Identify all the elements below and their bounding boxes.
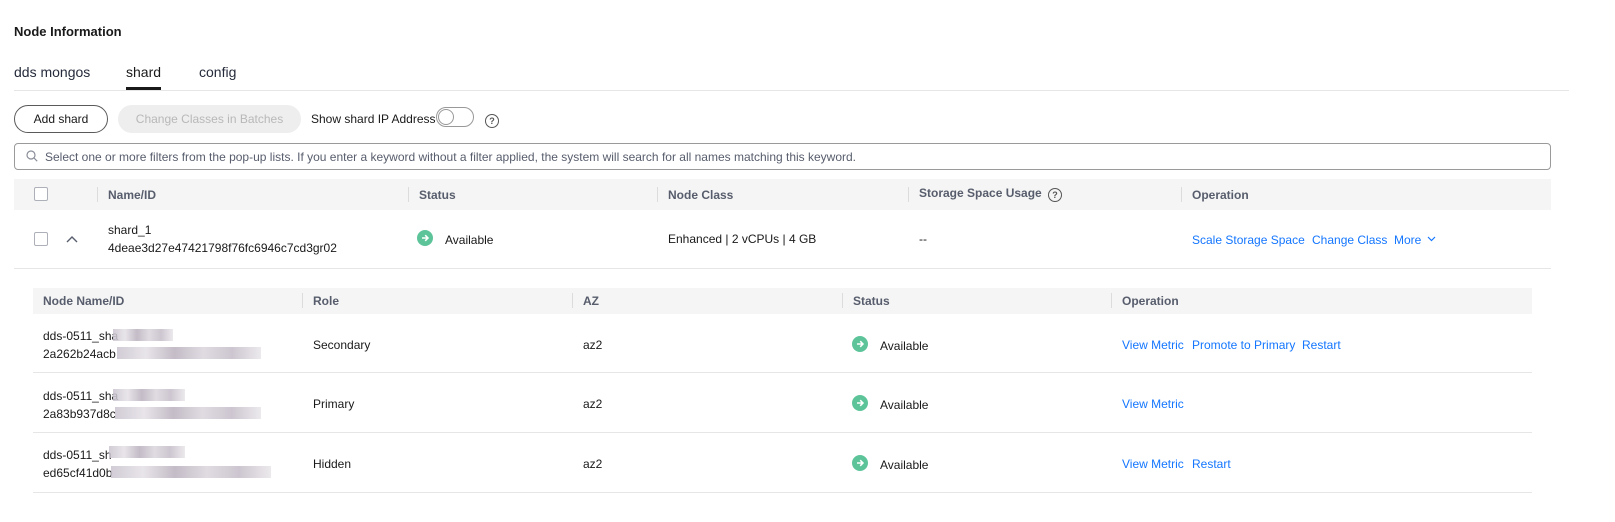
status-available-icon (417, 230, 433, 246)
header-name-id: Name/ID (108, 188, 157, 202)
show-ip-label: Show shard IP Address (311, 112, 436, 126)
node-name: dds-0511_sha (43, 329, 119, 343)
tab-dds-mongos[interactable]: dds mongos (14, 64, 90, 80)
node-id: 2a83b937d8c (43, 407, 116, 421)
node-name: dds-0511_sha (43, 389, 119, 403)
node-az: az2 (583, 457, 603, 471)
table-row: shard_1 4deae3d27e47421798f76fc6946c7cd3… (14, 210, 1551, 269)
shard-node-class: Enhanced | 2 vCPUs | 4 GB (668, 232, 817, 246)
column-divider (408, 187, 409, 202)
page-title: Node Information (14, 24, 122, 39)
redacted-text (113, 329, 173, 341)
view-metric-link[interactable]: View Metric (1122, 457, 1184, 471)
restart-link[interactable]: Restart (1302, 338, 1341, 352)
shard-id: 4deae3d27e47421798f76fc6946c7cd3gr02 (108, 241, 337, 255)
node-row: dds-0511_sh ed65cf41d0b Hidden az2 Avail… (33, 434, 1532, 493)
column-divider (572, 293, 573, 308)
select-all-checkbox[interactable] (34, 187, 48, 201)
scale-storage-link[interactable]: Scale Storage Space (1192, 233, 1305, 247)
node-name: dds-0511_sh (43, 448, 112, 462)
header-status: Status (419, 188, 456, 202)
restart-link[interactable]: Restart (1192, 457, 1231, 471)
redacted-text (109, 446, 185, 458)
node-status: Available (880, 458, 929, 472)
table-header: Name/ID Status Node Class Storage Space … (14, 179, 1551, 210)
node-row: dds-0511_sha 2a262b24acb Secondary az2 A… (33, 314, 1532, 373)
chevron-down-icon[interactable] (1427, 236, 1436, 242)
shard-status: Available (445, 233, 494, 247)
subtable-header: Node Name/ID Role AZ Status Operation (33, 288, 1532, 314)
column-divider (97, 187, 98, 202)
node-role: Hidden (313, 457, 352, 471)
header-operation: Operation (1192, 188, 1249, 202)
more-menu-link[interactable]: More (1394, 233, 1421, 247)
toolbar: Add shard Change Classes in Batches Show… (14, 105, 614, 133)
shard-storage: -- (919, 232, 927, 246)
node-role: Secondary (313, 338, 371, 352)
view-metric-link[interactable]: View Metric (1122, 397, 1184, 411)
change-classes-button[interactable]: Change Classes in Batches (118, 105, 301, 133)
shard-name: shard_1 (108, 223, 152, 237)
column-divider (302, 293, 303, 308)
redacted-text (113, 389, 185, 401)
tab-config[interactable]: config (199, 64, 236, 80)
search-bar (14, 143, 1551, 170)
subheader-status: Status (853, 294, 890, 308)
node-role: Primary (313, 397, 355, 411)
status-available-icon (852, 395, 868, 411)
node-status: Available (880, 398, 929, 412)
toggle-knob (438, 109, 454, 125)
column-divider (1181, 187, 1182, 202)
active-tab-indicator (126, 87, 161, 90)
redacted-text (117, 347, 261, 359)
node-az: az2 (583, 397, 603, 411)
node-status: Available (880, 339, 929, 353)
row-checkbox[interactable] (34, 232, 48, 246)
subheader-az: AZ (583, 294, 599, 308)
column-divider (1111, 293, 1112, 308)
subheader-operation: Operation (1122, 294, 1179, 308)
storage-help-icon[interactable]: ? (1048, 188, 1062, 202)
header-node-class: Node Class (668, 188, 734, 202)
subheader-role: Role (313, 294, 340, 308)
status-available-icon (852, 455, 868, 471)
node-id: 2a262b24acb (43, 347, 116, 361)
node-row: dds-0511_sha 2a83b937d8c Primary az2 Ava… (33, 374, 1532, 433)
node-type-tabs: dds mongos shard config (14, 60, 1569, 91)
search-input[interactable] (45, 145, 1535, 168)
show-ip-toggle[interactable] (436, 107, 474, 127)
node-az: az2 (583, 338, 603, 352)
change-class-link[interactable]: Change Class (1312, 233, 1387, 247)
help-icon[interactable]: ? (485, 114, 499, 128)
redacted-text (115, 407, 261, 419)
column-divider (842, 293, 843, 308)
header-storage: Storage Space Usage (919, 186, 1042, 200)
column-divider (908, 187, 909, 202)
redacted-text (111, 466, 271, 478)
promote-to-primary-link[interactable]: Promote to Primary (1192, 338, 1295, 352)
status-available-icon (852, 336, 868, 352)
view-metric-link[interactable]: View Metric (1122, 338, 1184, 352)
add-shard-button[interactable]: Add shard (14, 105, 108, 133)
subheader-node-name: Node Name/ID (43, 294, 125, 308)
chevron-up-icon[interactable] (66, 235, 78, 243)
tab-shard[interactable]: shard (126, 64, 161, 80)
search-icon (26, 150, 38, 162)
node-id: ed65cf41d0b (43, 466, 113, 480)
column-divider (657, 187, 658, 202)
